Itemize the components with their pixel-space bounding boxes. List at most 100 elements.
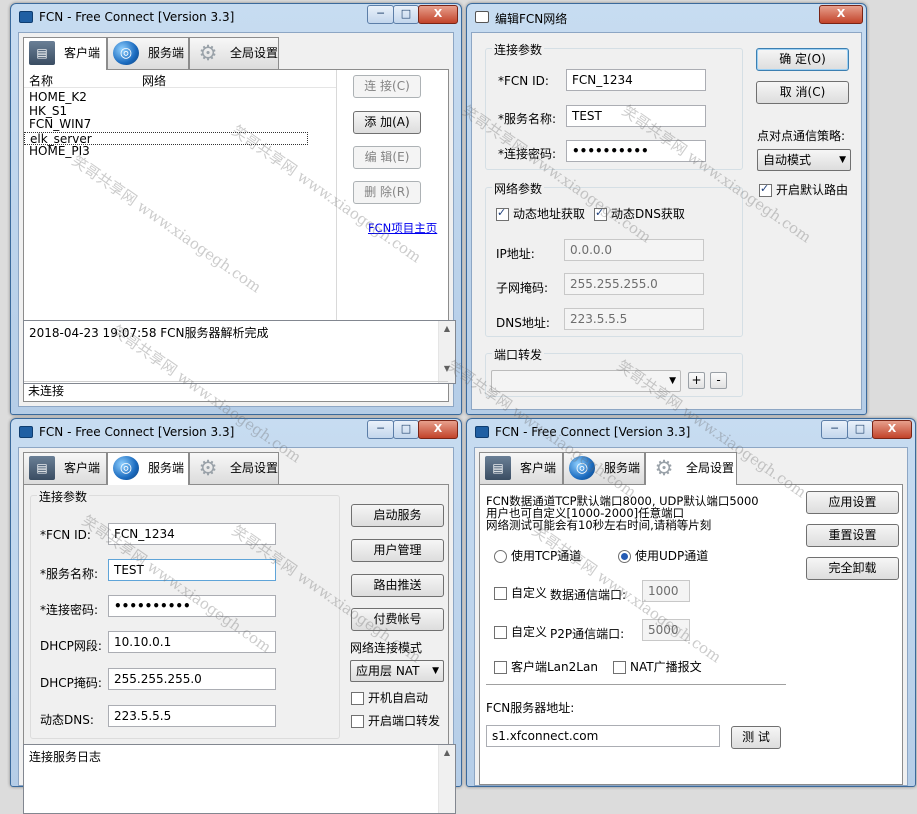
- data-port-input[interactable]: 1000: [642, 580, 690, 602]
- password-input[interactable]: ••••••••••: [108, 595, 276, 617]
- maximize-button[interactable]: □: [393, 5, 419, 24]
- password-input[interactable]: ••••••••••: [566, 140, 706, 162]
- connection-mode-label: 网络连接模式: [350, 641, 423, 655]
- window-title: FCN - Free Connect [Version 3.3]: [495, 425, 691, 439]
- tab-label: 全局设置: [230, 46, 279, 60]
- column-header-name[interactable]: 名称: [29, 72, 53, 89]
- ip-address-label: IP地址:: [496, 247, 535, 261]
- tab-client[interactable]: ▤ 客户端: [479, 452, 563, 484]
- project-homepage-link[interactable]: FCN项目主页: [368, 220, 437, 236]
- password-label: *连接密码:: [498, 147, 557, 161]
- route-push-button[interactable]: 路由推送: [351, 574, 444, 597]
- start-service-button[interactable]: 启动服务: [351, 504, 444, 527]
- fcn-id-input[interactable]: FCN_1234: [566, 69, 706, 91]
- info-line: 网络测试可能会有10秒左右时间,请稍等片刻: [486, 518, 712, 532]
- gear-icon: ⚙: [198, 41, 218, 65]
- use-udp-radio[interactable]: 使用UDP通道: [618, 549, 708, 563]
- tab-global-settings[interactable]: ⚙ 全局设置: [645, 452, 737, 485]
- p2p-strategy-select[interactable]: 自动模式 ▼: [757, 149, 851, 171]
- ok-button[interactable]: 确 定(O): [756, 48, 849, 71]
- tab-global-settings[interactable]: ⚙ 全局设置: [189, 452, 279, 484]
- lan2lan-checkbox[interactable]: 客户端Lan2Lan: [494, 660, 598, 674]
- p2p-port-input[interactable]: 5000: [642, 619, 690, 641]
- uninstall-button[interactable]: 完全卸载: [806, 557, 899, 580]
- cancel-button[interactable]: 取 消(C): [756, 81, 849, 104]
- fcn-id-input[interactable]: FCN_1234: [108, 523, 276, 545]
- maximize-button[interactable]: □: [393, 420, 419, 439]
- title-bar[interactable]: FCN - Free Connect [Version 3.3] ─ □ X: [467, 419, 915, 447]
- custom-p2p-port-checkbox[interactable]: 自定义: [494, 625, 547, 639]
- tab-global-settings[interactable]: ⚙ 全局设置: [189, 37, 279, 69]
- test-button[interactable]: 测 试: [731, 726, 781, 749]
- group-title: 网络参数: [492, 180, 545, 197]
- tab-server[interactable]: ◎ 服务端: [563, 452, 645, 484]
- list-item[interactable]: FCN_WIN7: [24, 117, 336, 132]
- tab-label: 全局设置: [686, 461, 735, 475]
- add-port-button[interactable]: +: [688, 372, 705, 389]
- gear-icon: ⚙: [654, 456, 674, 480]
- minimize-button[interactable]: ─: [367, 5, 394, 24]
- add-button[interactable]: 添 加(A): [353, 111, 421, 134]
- edit-button[interactable]: 编 辑(E): [353, 146, 421, 169]
- list-item[interactable]: HOME_PI3: [24, 144, 336, 159]
- list-item-selected[interactable]: elk_server: [24, 131, 308, 145]
- remove-port-button[interactable]: -: [710, 372, 727, 389]
- tab-server[interactable]: ◎ 服务端: [107, 452, 189, 485]
- connection-mode-select[interactable]: 应用层 NAT ▼: [350, 660, 444, 682]
- tab-client[interactable]: ▤ 客户端: [23, 37, 107, 70]
- dynamic-dns-input[interactable]: 223.5.5.5: [108, 705, 276, 727]
- computer-icon: ▤: [29, 41, 55, 65]
- delete-button[interactable]: 删 除(R): [353, 181, 421, 204]
- server-address-input[interactable]: s1.xfconnect.com: [486, 725, 720, 747]
- reset-settings-button[interactable]: 重置设置: [806, 524, 899, 547]
- use-tcp-radio[interactable]: 使用TCP通道: [494, 549, 581, 563]
- scrollbar[interactable]: ▲ ▼: [438, 321, 455, 383]
- dns-address-input[interactable]: 223.5.5.5: [564, 308, 704, 330]
- dynamic-dns-checkbox[interactable]: 动态DNS获取: [594, 206, 685, 221]
- tab-server[interactable]: ◎ 服务端: [107, 37, 189, 69]
- service-name-input[interactable]: TEST: [566, 105, 706, 127]
- default-route-checkbox[interactable]: 开启默认路由: [759, 182, 848, 197]
- dhcp-mask-input[interactable]: 255.255.255.0: [108, 668, 276, 690]
- server-tab-page: 连接参数 *FCN ID: FCN_1234 *服务名称: TEST *连接密码…: [23, 484, 456, 814]
- column-header-network[interactable]: 网络: [142, 72, 166, 89]
- tab-client[interactable]: ▤ 客户端: [23, 452, 107, 484]
- minimize-button[interactable]: ─: [367, 420, 394, 439]
- dhcp-segment-input[interactable]: 10.10.0.1: [108, 631, 276, 653]
- client-list[interactable]: 名称 网络 HOME_K2 HK_S1 FCN_WIN7 elk_server …: [24, 70, 337, 320]
- title-bar[interactable]: FCN - Free Connect [Version 3.3] ─ □ X: [11, 419, 461, 447]
- nat-broadcast-checkbox[interactable]: NAT广播报文: [613, 660, 702, 674]
- paid-account-button[interactable]: 付费帐号: [351, 608, 444, 631]
- close-button[interactable]: X: [418, 5, 458, 24]
- close-button[interactable]: X: [819, 5, 863, 24]
- dynamic-address-checkbox[interactable]: 动态地址获取: [496, 206, 585, 221]
- dns-address-label: DNS地址:: [496, 316, 550, 330]
- connect-button[interactable]: 连 接(C): [353, 75, 421, 98]
- log-box[interactable]: 2018-04-23 19:07:58 FCN服务器解析完成 ▲ ▼: [23, 320, 456, 384]
- divider: [486, 684, 786, 685]
- user-management-button[interactable]: 用户管理: [351, 539, 444, 562]
- select-value: 自动模式: [763, 153, 812, 167]
- maximize-button[interactable]: □: [847, 420, 873, 439]
- autostart-checkbox[interactable]: 开机自启动: [351, 691, 428, 705]
- computer-icon: ▤: [29, 456, 55, 480]
- list-item[interactable]: HOME_K2: [24, 90, 336, 105]
- custom-data-port-checkbox[interactable]: 自定义: [494, 586, 547, 600]
- minimize-button[interactable]: ─: [821, 420, 848, 439]
- global-settings-page: FCN数据通道TCP默认端口8000, UDP默认端口5000 用户也可自定义[…: [479, 484, 903, 785]
- scrollbar[interactable]: ▲: [438, 745, 455, 813]
- apply-settings-button[interactable]: 应用设置: [806, 491, 899, 514]
- close-button[interactable]: X: [418, 420, 458, 439]
- list-item[interactable]: HK_S1: [24, 104, 336, 119]
- subnet-mask-input[interactable]: 255.255.255.0: [564, 273, 704, 295]
- port-forward-checkbox[interactable]: 开启端口转发: [351, 714, 440, 728]
- dialog-title: 编辑FCN网络: [495, 12, 568, 26]
- title-bar[interactable]: FCN - Free Connect [Version 3.3] ─ □ X: [11, 4, 461, 32]
- ip-address-input[interactable]: 0.0.0.0: [564, 239, 704, 261]
- service-name-input[interactable]: TEST: [108, 559, 276, 581]
- close-button[interactable]: X: [872, 420, 912, 439]
- port-forward-select[interactable]: ▼: [491, 370, 681, 392]
- service-log-box[interactable]: 连接服务日志 ▲: [23, 744, 456, 814]
- dialog-icon: [475, 11, 489, 23]
- title-bar[interactable]: 编辑FCN网络 X: [467, 4, 866, 32]
